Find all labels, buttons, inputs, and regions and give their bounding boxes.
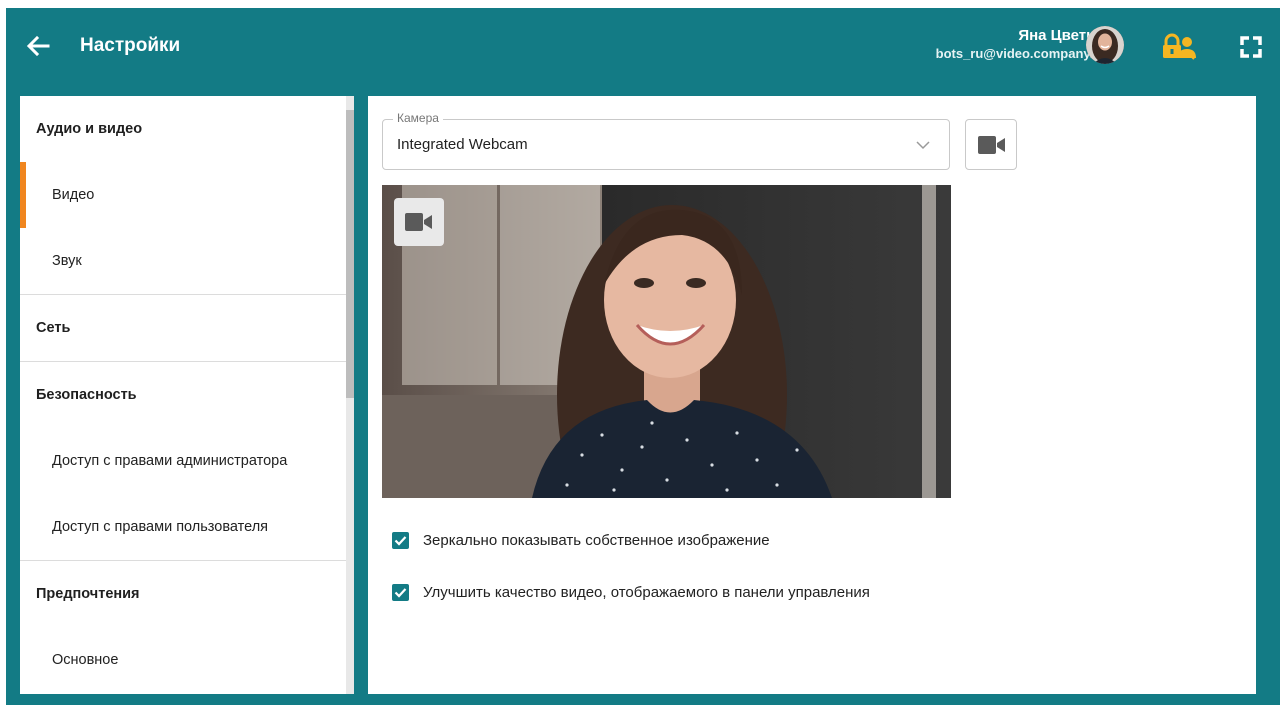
- access-lock-button[interactable]: [1160, 32, 1198, 62]
- video-settings-panel: Камера Integrated Webcam Зеркально показ…: [368, 96, 1256, 694]
- camera-preview: [382, 185, 951, 498]
- avatar-image: [1086, 26, 1124, 64]
- preview-camera-button[interactable]: [394, 198, 444, 246]
- sidebar-item-audio[interactable]: Звук: [20, 228, 354, 294]
- page-title: Настройки: [80, 35, 181, 56]
- mirror-self-view-option[interactable]: Зеркально показывать собственное изображ…: [392, 528, 770, 552]
- settings-sidebar: Аудио и видео Видео Звук Сеть Безопаснос…: [20, 96, 354, 694]
- camera-toggle-button[interactable]: [965, 119, 1017, 170]
- video-camera-icon: [405, 213, 432, 231]
- fullscreen-button[interactable]: [1238, 34, 1264, 60]
- camera-select-value: Integrated Webcam: [397, 136, 528, 153]
- sidebar-scrollbar[interactable]: [346, 96, 354, 694]
- back-button[interactable]: [24, 32, 52, 60]
- avatar[interactable]: [1086, 26, 1124, 64]
- sidebar-item-admin-access[interactable]: Доступ с правами администратора: [20, 428, 354, 494]
- app-window: Настройки Яна Цветкова bots_ru@video.com…: [6, 8, 1280, 705]
- arrow-left-icon: [26, 35, 50, 57]
- fullscreen-icon: [1240, 36, 1262, 58]
- sidebar-scrollbar-thumb[interactable]: [346, 110, 354, 398]
- video-camera-icon: [978, 136, 1005, 154]
- sidebar-section-audio-video[interactable]: Аудио и видео: [20, 96, 354, 162]
- sidebar-item-general[interactable]: Основное: [20, 627, 354, 693]
- sidebar-section-security[interactable]: Безопасность: [20, 362, 354, 428]
- camera-select-label: Камера: [393, 111, 443, 125]
- camera-select[interactable]: Камера Integrated Webcam: [382, 111, 950, 170]
- header-bar: Настройки Яна Цветкова bots_ru@video.com…: [6, 8, 1280, 88]
- checkmark-icon: [394, 535, 407, 546]
- improve-video-quality-label: Улучшить качество видео, отображаемого в…: [423, 583, 870, 601]
- improve-video-quality-option[interactable]: Улучшить качество видео, отображаемого в…: [392, 580, 870, 604]
- checkmark-icon: [394, 587, 407, 598]
- mirror-self-view-label: Зеркально показывать собственное изображ…: [423, 531, 770, 549]
- camera-preview-image: [382, 185, 951, 498]
- sidebar-item-user-access[interactable]: Доступ с правами пользователя: [20, 494, 354, 560]
- sidebar-section-network[interactable]: Сеть: [20, 295, 354, 361]
- mirror-self-view-checkbox[interactable]: [392, 531, 409, 549]
- chevron-down-icon: [916, 141, 930, 150]
- improve-video-quality-checkbox[interactable]: [392, 583, 409, 601]
- sidebar-section-preferences[interactable]: Предпочтения: [20, 561, 354, 627]
- lock-user-icon: [1163, 33, 1196, 60]
- sidebar-item-video[interactable]: Видео: [20, 162, 354, 228]
